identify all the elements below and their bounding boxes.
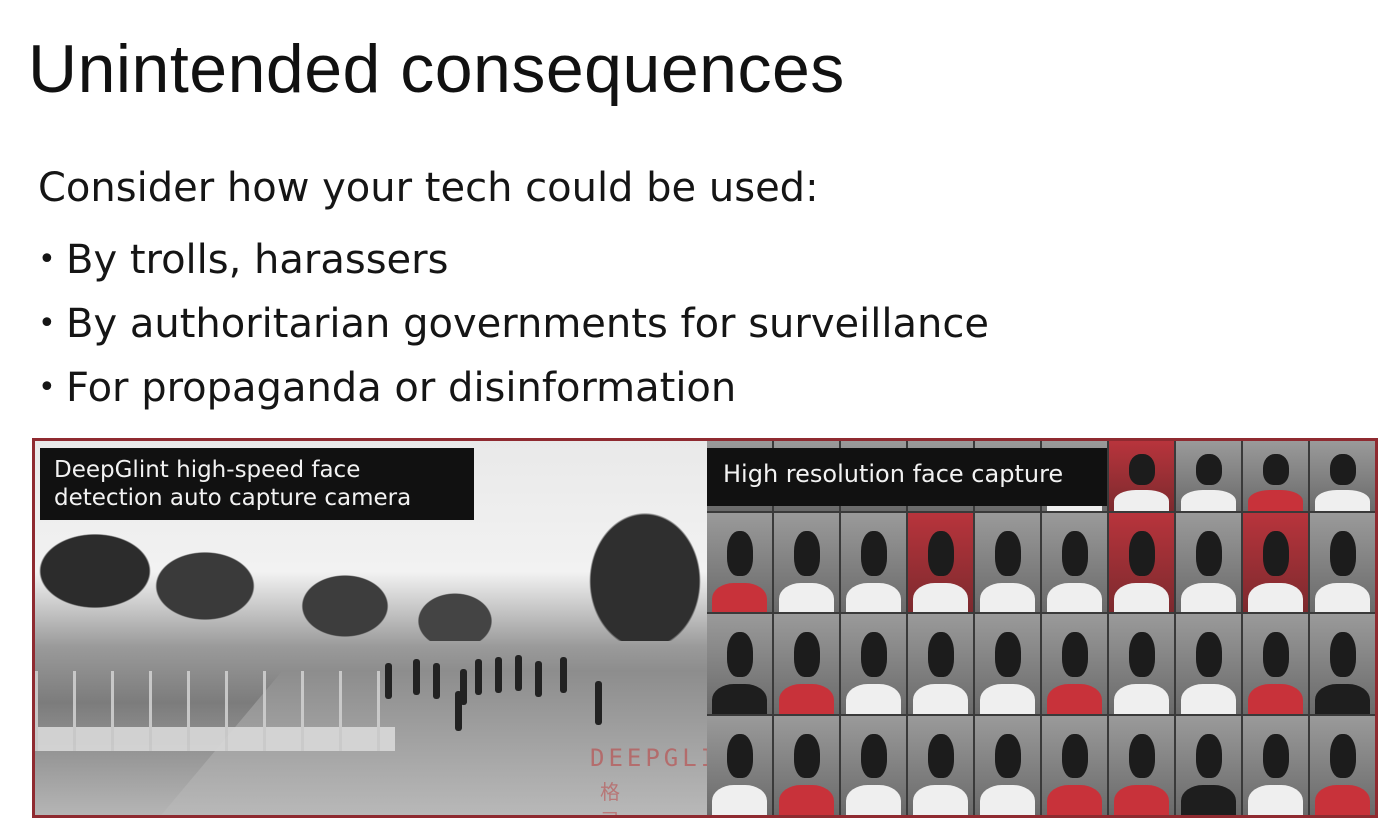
face-crop — [1109, 441, 1174, 511]
fence — [35, 671, 395, 751]
face-crop — [1310, 614, 1375, 714]
face-crop — [841, 614, 906, 714]
face-crop — [1310, 715, 1375, 815]
face-crop — [774, 715, 839, 815]
face-crop — [841, 715, 906, 815]
face-crop — [1310, 513, 1375, 613]
pedestrian — [385, 663, 392, 699]
bullet-dot-icon: • — [38, 242, 56, 277]
face-crop — [841, 513, 906, 613]
face-crop — [707, 715, 772, 815]
face-crop — [908, 715, 973, 815]
bullet-item: • By authoritarian governments for surve… — [38, 292, 989, 356]
face-crop — [774, 614, 839, 714]
face-crop — [1042, 715, 1107, 815]
face-crop — [975, 715, 1040, 815]
face-crop — [707, 513, 772, 613]
face-crop — [1176, 441, 1241, 511]
bullet-item: • For propaganda or disinformation — [38, 356, 989, 420]
face-crop — [1243, 441, 1308, 511]
pedestrian — [560, 657, 567, 693]
pedestrian — [535, 661, 542, 697]
face-crop — [1243, 715, 1308, 815]
pedestrian — [475, 659, 482, 695]
face-crop — [1109, 513, 1174, 613]
face-crop — [1176, 614, 1241, 714]
pedestrian — [413, 659, 420, 695]
bullet-list: • By trolls, harassers • By authoritaria… — [38, 228, 989, 420]
face-crop — [1243, 513, 1308, 613]
pedestrian — [433, 663, 440, 699]
bullet-text: For propaganda or disinformation — [66, 365, 737, 411]
pedestrian — [495, 657, 502, 693]
face-crop — [1176, 715, 1241, 815]
face-crop — [1310, 441, 1375, 511]
bullet-text: By authoritarian governments for surveil… — [66, 301, 989, 347]
face-crop — [774, 513, 839, 613]
slide-title: Unintended consequences — [28, 31, 845, 107]
face-crop — [908, 513, 973, 613]
face-crop — [1176, 513, 1241, 613]
camera-caption: DeepGlint high-speed face detection auto… — [40, 448, 474, 520]
street-scene: DEEPGLINT 格 灵 DeepGlint high-speed face … — [35, 441, 707, 815]
bullet-text: By trolls, harassers — [66, 237, 449, 283]
pedestrian — [515, 655, 522, 691]
face-capture-caption: High resolution face capture — [707, 448, 1107, 506]
bullet-dot-icon: • — [38, 370, 56, 405]
surveillance-photo: DEEPGLINT 格 灵 DeepGlint high-speed face … — [32, 438, 1378, 818]
bullet-item: • By trolls, harassers — [38, 228, 989, 292]
watermark-logo: DEEPGLINT — [590, 744, 707, 772]
watermark-logo-sub: 格 灵 — [600, 780, 650, 815]
face-crop — [908, 614, 973, 714]
intro-text: Consider how your tech could be used: — [38, 165, 819, 211]
face-crop — [975, 614, 1040, 714]
face-crop — [707, 614, 772, 714]
face-crop — [1042, 614, 1107, 714]
face-crop — [1109, 614, 1174, 714]
tree-line — [35, 511, 707, 641]
face-crop — [1109, 715, 1174, 815]
face-crop — [1243, 614, 1308, 714]
pedestrian — [455, 691, 462, 731]
bullet-dot-icon: • — [38, 306, 56, 341]
pedestrian — [595, 681, 602, 725]
face-crop — [975, 513, 1040, 613]
face-crop — [1042, 513, 1107, 613]
